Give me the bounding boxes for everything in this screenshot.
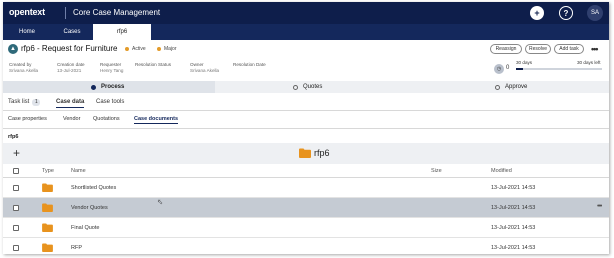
- step-quotes[interactable]: Quotes: [293, 81, 322, 93]
- current-folder: rfp6: [299, 148, 330, 158]
- app-title: Core Case Management: [73, 8, 161, 17]
- status-label: Active: [132, 46, 146, 52]
- subtab-case-documents[interactable]: Case documents: [134, 116, 179, 124]
- row-checkbox[interactable]: [13, 205, 19, 211]
- priority-label: Major: [164, 46, 177, 52]
- row-checkbox[interactable]: [13, 185, 19, 191]
- meta-creation-date: Creation date 13-Jul-2021: [57, 62, 85, 74]
- case-title: rfp6 - Request for Furniture: [21, 44, 118, 53]
- row-modified: 13-Jul-2021 14:53: [491, 185, 536, 191]
- sla-start-label: 30 days: [516, 60, 533, 65]
- tab-task-list[interactable]: Task list 1: [8, 99, 41, 108]
- folder-icon: [42, 183, 53, 192]
- process-stepper: Process Quotes Approve: [3, 81, 609, 93]
- resolve-button[interactable]: Resolve: [525, 44, 551, 54]
- step-label: Approve: [505, 84, 528, 90]
- folder-icon: [299, 148, 311, 158]
- meta-resolution-date: Resolution Date: [233, 62, 266, 68]
- task-list-label: Task list: [8, 99, 30, 105]
- step-radio-icon: [91, 84, 96, 90]
- folder-icon: [42, 203, 53, 212]
- step-process[interactable]: Process: [91, 81, 124, 93]
- folder-header: + rfp6: [3, 143, 609, 164]
- meta-requester: Requester Henry Tang: [100, 62, 123, 74]
- tab-cases[interactable]: Cases: [51, 24, 93, 40]
- row-name[interactable]: RFP: [71, 245, 82, 251]
- brand-divider: [65, 7, 66, 19]
- breadcrumb[interactable]: rfp6: [8, 134, 18, 140]
- table-row[interactable]: Final Quote 13-Jul-2021 14:53: [3, 218, 609, 238]
- task-count-badge: 1: [32, 99, 41, 106]
- column-header-name[interactable]: Name: [71, 168, 86, 174]
- reassign-button[interactable]: Reassign: [490, 44, 522, 54]
- add-document-icon[interactable]: +: [13, 146, 20, 160]
- step-label: Process: [101, 84, 125, 90]
- row-modified: 13-Jul-2021 14:53: [491, 245, 536, 251]
- meta-value: 13-Jul-2021: [57, 68, 82, 73]
- row-name[interactable]: Final Quote: [71, 225, 99, 231]
- row-checkbox[interactable]: [13, 245, 19, 251]
- opentext-logo: opentext: [9, 7, 45, 17]
- mouse-cursor-icon: ⬁: [157, 199, 163, 206]
- priority-dot-icon: [157, 47, 161, 51]
- tab-rfp6[interactable]: rfp6: [93, 24, 151, 40]
- more-actions-icon[interactable]: •••: [591, 44, 599, 54]
- sla-clock-icon: ◷: [494, 64, 504, 74]
- meta-value: Henry Tang: [100, 68, 124, 73]
- status-badge: Active: [125, 46, 146, 52]
- help-icon[interactable]: ?: [559, 6, 573, 20]
- brand-bar: opentext Core Case Management + ? SA: [3, 2, 609, 24]
- table-row[interactable]: Shortlisted Quotes 13-Jul-2021 14:53: [3, 178, 609, 198]
- column-header-type[interactable]: Type: [42, 168, 54, 174]
- case-type-icon: ▲: [8, 44, 18, 54]
- sla-end-label: 30 days left: [577, 60, 601, 65]
- folder-icon: [42, 243, 53, 252]
- meta-key: Resolution Status: [135, 62, 172, 67]
- row-modified: 13-Jul-2021 14:53: [491, 225, 536, 231]
- tab-case-data[interactable]: Case data: [56, 99, 85, 108]
- subtab-quotations[interactable]: Quotations: [93, 116, 120, 124]
- subtab-vendor[interactable]: Vendor: [63, 116, 80, 124]
- subtab-case-properties[interactable]: Case properties: [8, 116, 47, 124]
- step-label: Quotes: [303, 84, 323, 90]
- column-header-size[interactable]: Size: [431, 168, 442, 174]
- table-header-row: [3, 164, 609, 178]
- sla-progress-bar: [516, 68, 602, 70]
- meta-value: Srivana Akella: [9, 68, 39, 73]
- divider: [3, 110, 609, 111]
- tab-home[interactable]: Home: [3, 24, 51, 40]
- user-avatar[interactable]: SA: [587, 5, 603, 21]
- row-modified: 13-Jul-2021 14:53: [491, 205, 536, 211]
- add-task-button[interactable]: Add task: [554, 44, 584, 54]
- row-name[interactable]: Shortlisted Quotes: [71, 185, 116, 191]
- step-approve[interactable]: Approve: [495, 81, 527, 93]
- step-radio-icon: [495, 84, 500, 90]
- table-row[interactable]: RFP 13-Jul-2021 14:53: [3, 238, 609, 254]
- status-dot-icon: [125, 47, 129, 51]
- folder-icon: [42, 223, 53, 232]
- divider: [3, 128, 609, 129]
- tab-case-tools[interactable]: Case tools: [96, 99, 124, 108]
- meta-created-by: Created by Srivana Akella: [9, 62, 38, 74]
- row-checkbox[interactable]: [13, 225, 19, 231]
- priority-badge: Major: [157, 46, 177, 52]
- select-all-checkbox[interactable]: [13, 168, 19, 174]
- step-radio-icon: [293, 84, 298, 90]
- meta-key: Resolution Date: [233, 62, 266, 67]
- sla-count: 0: [506, 65, 510, 71]
- row-more-icon[interactable]: •••: [597, 203, 602, 210]
- table-row[interactable]: Vendor Quotes 13-Jul-2021 14:53 •••: [3, 198, 609, 218]
- app-window: opentext Core Case Management + ? SA Hom…: [3, 2, 609, 254]
- meta-value: Srivana Akella: [190, 68, 220, 73]
- add-icon[interactable]: +: [530, 6, 544, 20]
- sla-progress-fill: [516, 68, 523, 70]
- row-name[interactable]: Vendor Quotes: [71, 205, 108, 211]
- meta-resolution-status: Resolution Status: [135, 62, 171, 68]
- tab-bar: Home Cases rfp6: [3, 24, 609, 40]
- folder-name: rfp6: [314, 148, 330, 158]
- meta-owner: Owner Srivana Akella: [190, 62, 219, 74]
- column-header-modified[interactable]: Modified: [491, 168, 512, 174]
